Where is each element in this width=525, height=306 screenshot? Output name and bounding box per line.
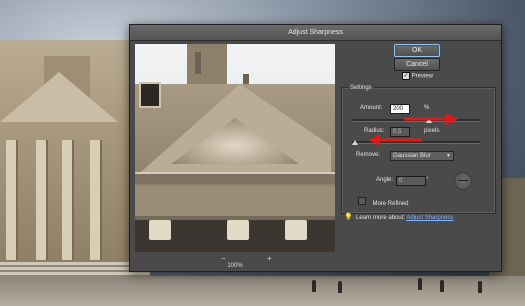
angle-field[interactable]: 0 [396,176,426,186]
learn-more-prefix: Learn more about: [356,215,406,221]
zoom-in-button[interactable]: + [267,254,272,263]
annotation-arrow-amount [404,113,458,125]
more-refined-checkbox[interactable] [358,196,366,205]
amount-unit: % [424,105,430,111]
annotation-arrow-radius [368,134,422,146]
radius-slider-thumb[interactable] [351,140,358,145]
preview-image[interactable] [135,44,335,252]
settings-title: Settings [348,85,374,91]
preview-label: Preview [411,73,434,80]
remove-select[interactable]: Gaussian Blur ▼ [390,151,454,161]
zoom-level: 100% [227,263,243,269]
cancel-button[interactable]: Cancel [394,58,440,71]
remove-select-value: Gaussian Blur [393,153,431,159]
settings-panel: Settings Amount: 200 % Radius: 0.5 pixel… [341,85,496,214]
angle-unit: ° [426,177,429,183]
zoom-out-button[interactable]: − [221,254,226,263]
angle-label: Angle: [376,177,394,183]
zoom-bar: − 100% + [135,254,335,269]
preview-checkbox[interactable]: ✓ [402,72,410,80]
learn-more: Learn more about: Adjust Sharpness [356,215,453,221]
remove-label: Remove: [356,152,381,158]
more-refined-label: More Refined [372,201,409,207]
adjust-sharpness-help-link[interactable]: Adjust Sharpness [406,215,453,221]
more-refined-toggle[interactable]: More Refined [358,192,409,210]
ok-button[interactable]: OK [394,44,440,57]
dialog-title: Adjust Sharpness [130,25,501,41]
preview-toggle[interactable]: ✓ Preview [402,72,433,80]
radius-unit: pixels [424,128,440,134]
chevron-down-icon: ▼ [446,153,451,159]
lightbulb-icon: 💡 [344,214,353,221]
angle-dial[interactable] [454,172,472,190]
amount-label: Amount: [360,105,383,111]
adjust-sharpness-dialog: Adjust Sharpness − 100% + OK Cancel ✓ Pr… [129,24,502,272]
